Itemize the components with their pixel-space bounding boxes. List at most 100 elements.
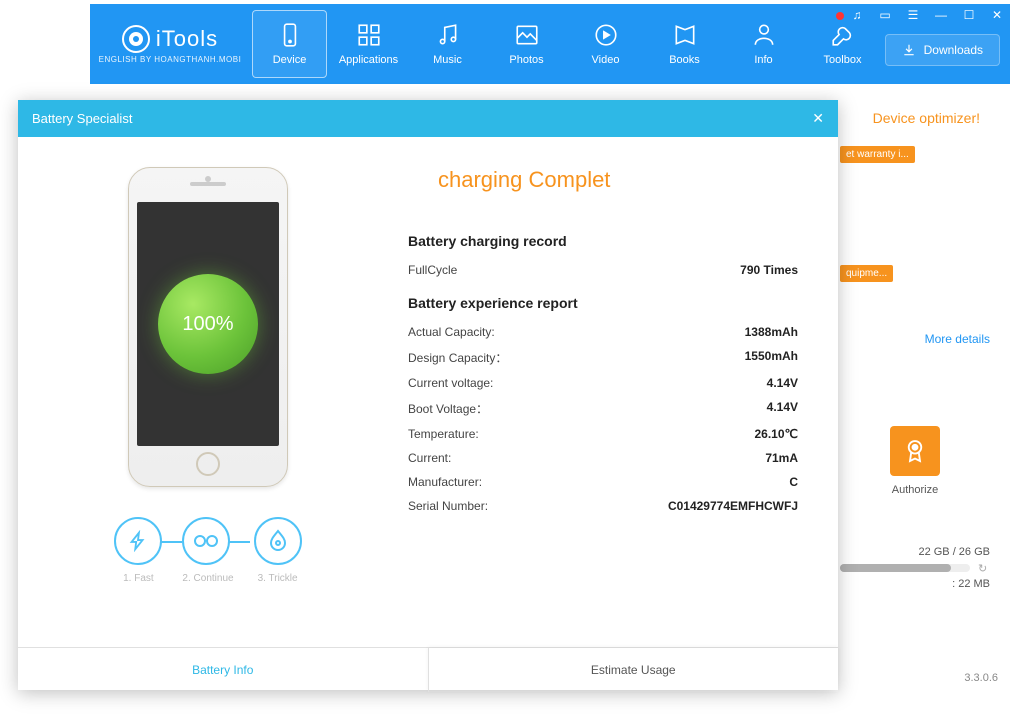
storage-bar [840,564,970,572]
row-value: 71mA [765,451,798,465]
row-label: Temperature: [408,427,479,441]
video-icon [593,22,619,48]
downloads-label: Downloads [924,43,983,57]
nav-label: Video [592,54,620,66]
row-value: 790 Times [740,263,798,277]
nav-label: Photos [509,54,543,66]
music-icon [435,22,461,48]
titlebar: iTools ENGLISH BY HOANGTHANH.MOBI Device… [90,4,1010,84]
info-column: charging Complet Battery charging record… [398,137,838,647]
storage-text: 22 GB / 26 GB [840,546,990,558]
row-value: 4.14V [767,376,798,390]
nav-info[interactable]: Info [726,10,801,78]
report-row: Serial Number: C01429774EMFHCWFJ [408,499,798,513]
authorize-box[interactable]: Authorize [840,426,990,496]
app-logo-icon [122,25,150,53]
notification-dot-icon [836,12,844,20]
report-row: Current voltage: 4.14V [408,376,798,390]
authorize-label: Authorize [840,484,990,496]
row-label: Manufacturer: [408,475,482,489]
battery-percentage: 100% [158,274,258,374]
phase-continue-icon [182,517,230,565]
storage-free: : 22 MB [840,578,990,590]
books-icon [672,22,698,48]
nav-photos[interactable]: Photos [489,10,564,78]
charging-phases: 1. Fast 2. Continue 3. Trickle [114,517,301,584]
info-icon [751,22,777,48]
chat-icon[interactable]: ▭ [878,8,892,22]
nav-label: Music [433,54,462,66]
nav-label: Toolbox [824,54,862,66]
phase-label: 3. Trickle [254,573,302,584]
report-row: Current: 71mA [408,451,798,465]
nav-books[interactable]: Books [647,10,722,78]
modal-tabs: Battery Info Estimate Usage [18,647,838,692]
phase-trickle-icon [254,517,302,565]
tab-estimate-usage[interactable]: Estimate Usage [428,648,839,692]
row-label: FullCycle [408,263,457,277]
nav-label: Books [669,54,700,66]
fullcycle-row: FullCycle 790 Times [408,263,798,277]
apps-icon [356,22,382,48]
row-value: 1388mAh [745,325,798,339]
download-icon [902,43,916,57]
report-row: Temperature: 26.10℃ [408,427,798,441]
report-heading: Battery experience report [408,295,798,311]
row-label: Current: [408,451,451,465]
report-row: Boot Voltage： 4.14V [408,400,798,417]
authorize-icon [890,426,940,476]
phone-column: 100% 1. Fast 2. Continue [18,137,398,647]
music-mini-icon[interactable]: ♫ [850,8,864,22]
settings-icon[interactable]: ☰ [906,8,920,22]
nav-label: Device [273,54,307,66]
app-subtitle: ENGLISH BY HOANGTHANH.MOBI [99,55,242,64]
equipment-tag[interactable]: quipme... [840,265,893,282]
tab-battery-info[interactable]: Battery Info [18,648,428,692]
modal-title: Battery Specialist [32,111,132,126]
report-row: Design Capacity： 1550mAh [408,349,798,366]
window-controls: ♫ ▭ ☰ — ☐ ✕ [850,8,1004,22]
warranty-tag[interactable]: et warranty i... [840,146,915,163]
charging-status: charging Complet [438,167,798,193]
downloads-button[interactable]: Downloads [885,34,1000,66]
row-label: Serial Number: [408,499,488,513]
battery-specialist-modal: Battery Specialist ✕ 100% 1. Fast [18,100,838,690]
phase-label: 1. Fast [114,573,162,584]
row-value: 1550mAh [745,349,798,366]
side-panel: et warranty i... quipme... More details … [840,144,990,590]
device-icon [277,22,303,48]
row-value: 4.14V [767,400,798,417]
nav-applications[interactable]: Applications [331,10,406,78]
nav-device[interactable]: Device [252,10,327,78]
close-button[interactable]: ✕ [990,8,1004,22]
row-label: Actual Capacity: [408,325,495,339]
maximize-button[interactable]: ☐ [962,8,976,22]
nav-label: Applications [339,54,398,66]
record-heading: Battery charging record [408,233,798,249]
report-row: Manufacturer: C [408,475,798,489]
photos-icon [514,22,540,48]
nav-music[interactable]: Music [410,10,485,78]
row-value: 26.10℃ [754,427,798,441]
toolbox-icon [830,22,856,48]
refresh-icon[interactable]: ↻ [978,562,987,575]
nav-video[interactable]: Video [568,10,643,78]
nav-label: Info [754,54,772,66]
storage-info: 22 GB / 26 GB ↻ : 22 MB [840,546,990,590]
modal-titlebar: Battery Specialist ✕ [18,100,838,137]
phase-fast-icon [114,517,162,565]
phone-illustration: 100% [128,167,288,487]
row-value: C [789,475,798,489]
logo-area: iTools ENGLISH BY HOANGTHANH.MOBI [90,4,250,84]
modal-close-button[interactable]: ✕ [812,110,824,127]
version-label: 3.3.0.6 [964,672,998,684]
row-label: Design Capacity： [408,349,507,366]
minimize-button[interactable]: — [934,8,948,22]
row-label: Boot Voltage： [408,400,488,417]
home-button-icon [196,452,220,476]
phase-label: 2. Continue [182,573,233,584]
row-label: Current voltage: [408,376,493,390]
row-value: C01429774EMFHCWFJ [668,499,798,513]
more-details-link[interactable]: More details [840,332,990,346]
app-name: iTools [156,26,218,52]
